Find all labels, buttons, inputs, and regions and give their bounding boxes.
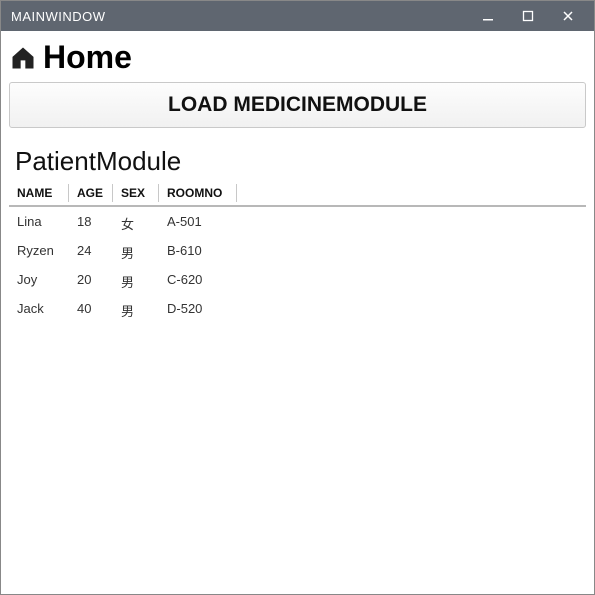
cell-age: 24 <box>69 242 113 263</box>
cell-name: Jack <box>9 300 69 321</box>
cell-name: Ryzen <box>9 242 69 263</box>
column-header-age[interactable]: AGE <box>69 181 113 205</box>
close-button[interactable] <box>548 1 588 31</box>
table-row[interactable]: Joy20男C-620 <box>9 267 586 296</box>
cell-sex: 男 <box>113 300 159 321</box>
cell-sex: 男 <box>113 271 159 292</box>
cell-name: Joy <box>9 271 69 292</box>
cell-age: 40 <box>69 300 113 321</box>
cell-roomno: C-620 <box>159 271 237 292</box>
window-titlebar: MAINWINDOW <box>1 1 594 31</box>
minimize-button[interactable] <box>468 1 508 31</box>
table-row[interactable]: Lina18女A-501 <box>9 207 586 238</box>
cell-sex: 男 <box>113 242 159 263</box>
cell-name: Lina <box>9 213 69 234</box>
window-title: MAINWINDOW <box>11 9 468 24</box>
home-icon <box>9 44 37 72</box>
cell-roomno: B-610 <box>159 242 237 263</box>
maximize-button[interactable] <box>508 1 548 31</box>
page-title: Home <box>43 39 132 76</box>
cell-roomno: D-520 <box>159 300 237 321</box>
module-title: PatientModule <box>15 146 586 177</box>
table-row[interactable]: Ryzen24男B-610 <box>9 238 586 267</box>
cell-sex: 女 <box>113 213 159 234</box>
table-row[interactable]: Jack40男D-520 <box>9 296 586 325</box>
patient-table: NAME AGE SEX ROOMNO Lina18女A-501Ryzen24男… <box>9 181 586 325</box>
cell-age: 20 <box>69 271 113 292</box>
page-header: Home <box>9 37 586 82</box>
column-header-name[interactable]: NAME <box>9 181 69 205</box>
cell-roomno: A-501 <box>159 213 237 234</box>
cell-age: 18 <box>69 213 113 234</box>
column-header-roomno[interactable]: ROOMNO <box>159 181 237 205</box>
column-header-sex[interactable]: SEX <box>113 181 159 205</box>
load-medicine-module-button[interactable]: LOAD MEDICINEMODULE <box>9 82 586 128</box>
table-header-row: NAME AGE SEX ROOMNO <box>9 181 586 207</box>
column-header-spacer <box>237 181 586 205</box>
